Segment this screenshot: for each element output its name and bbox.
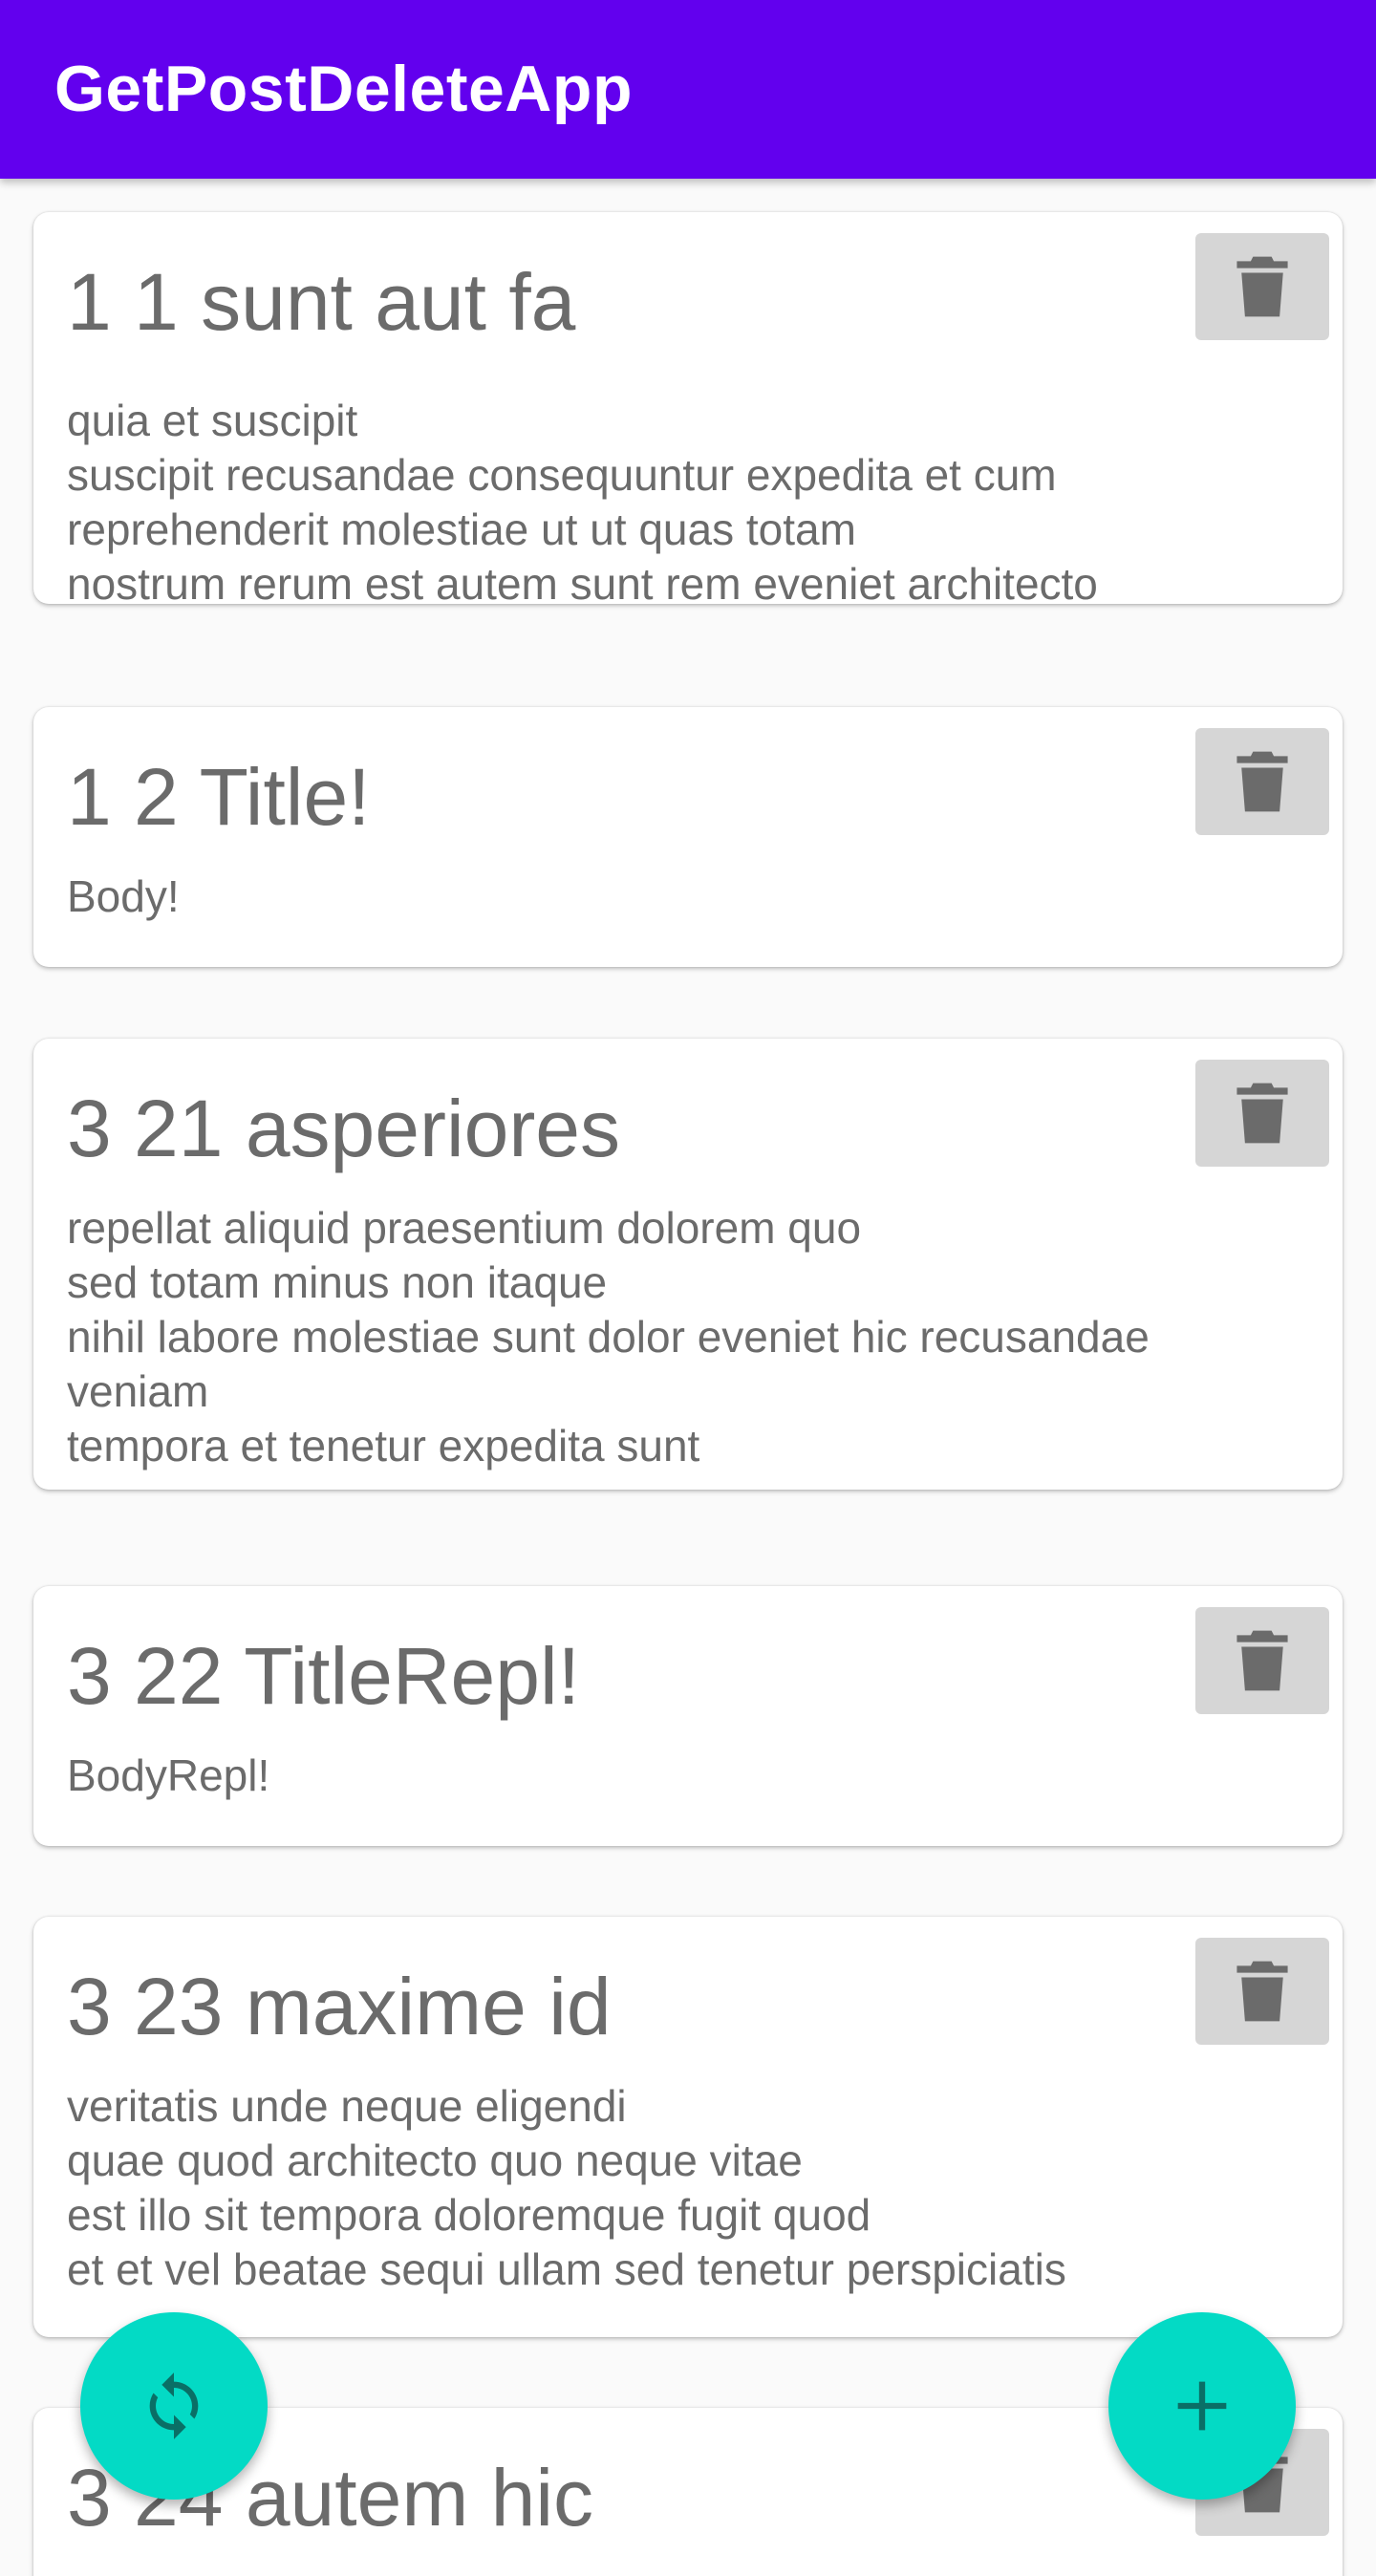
delete-button[interactable] [1195, 1060, 1329, 1167]
post-title: 3 22 TitleRepl! [67, 1631, 580, 1721]
post-body: repellat aliquid praesentium dolorem quo… [67, 1203, 1150, 1470]
post-title: 1 2 Title! [67, 752, 371, 842]
add-post-button[interactable] [1108, 2312, 1296, 2500]
post-card: 3 22 TitleRepl! BodyRepl! [33, 1586, 1343, 1846]
delete-button[interactable] [1195, 728, 1329, 835]
refresh-icon [149, 2372, 199, 2439]
plus-icon [1177, 2381, 1227, 2431]
post-card: 1 1 sunt aut fa quia et suscipit suscipi… [33, 212, 1343, 609]
delete-button[interactable] [1195, 1607, 1329, 1714]
post-list[interactable]: 1 1 sunt aut fa quia et suscipit suscipi… [0, 179, 1376, 2576]
delete-button[interactable] [1195, 1938, 1329, 2045]
post-body: Body! [67, 871, 180, 921]
trash-icon [1236, 1630, 1288, 1691]
trash-icon [1236, 1961, 1288, 2022]
app-bar: GetPostDeleteApp [0, 0, 1376, 179]
trash-icon [1236, 256, 1288, 317]
trash-icon [1236, 1083, 1288, 1144]
post-title: 1 1 sunt aut fa [67, 257, 576, 347]
post-title: 3 21 asperiores [67, 1084, 621, 1173]
app-title: GetPostDeleteApp [54, 53, 633, 125]
post-card: 3 23 maxime id veritatis unde neque elig… [33, 1917, 1343, 2337]
refresh-button[interactable] [80, 2312, 268, 2500]
post-title: 3 23 maxime id [67, 1962, 612, 2051]
post-body: quia et suscipit suscipit recusandae con… [67, 396, 1098, 609]
delete-button[interactable] [1195, 233, 1329, 340]
trash-icon [1236, 751, 1288, 812]
post-body: BodyRepl! [67, 1750, 270, 1800]
post-body: veritatis unde neque eligendi quae quod … [67, 2081, 1066, 2294]
post-card: 3 21 asperiores repellat aliquid praesen… [33, 1039, 1343, 1490]
post-card: 1 2 Title! Body! [33, 707, 1343, 967]
